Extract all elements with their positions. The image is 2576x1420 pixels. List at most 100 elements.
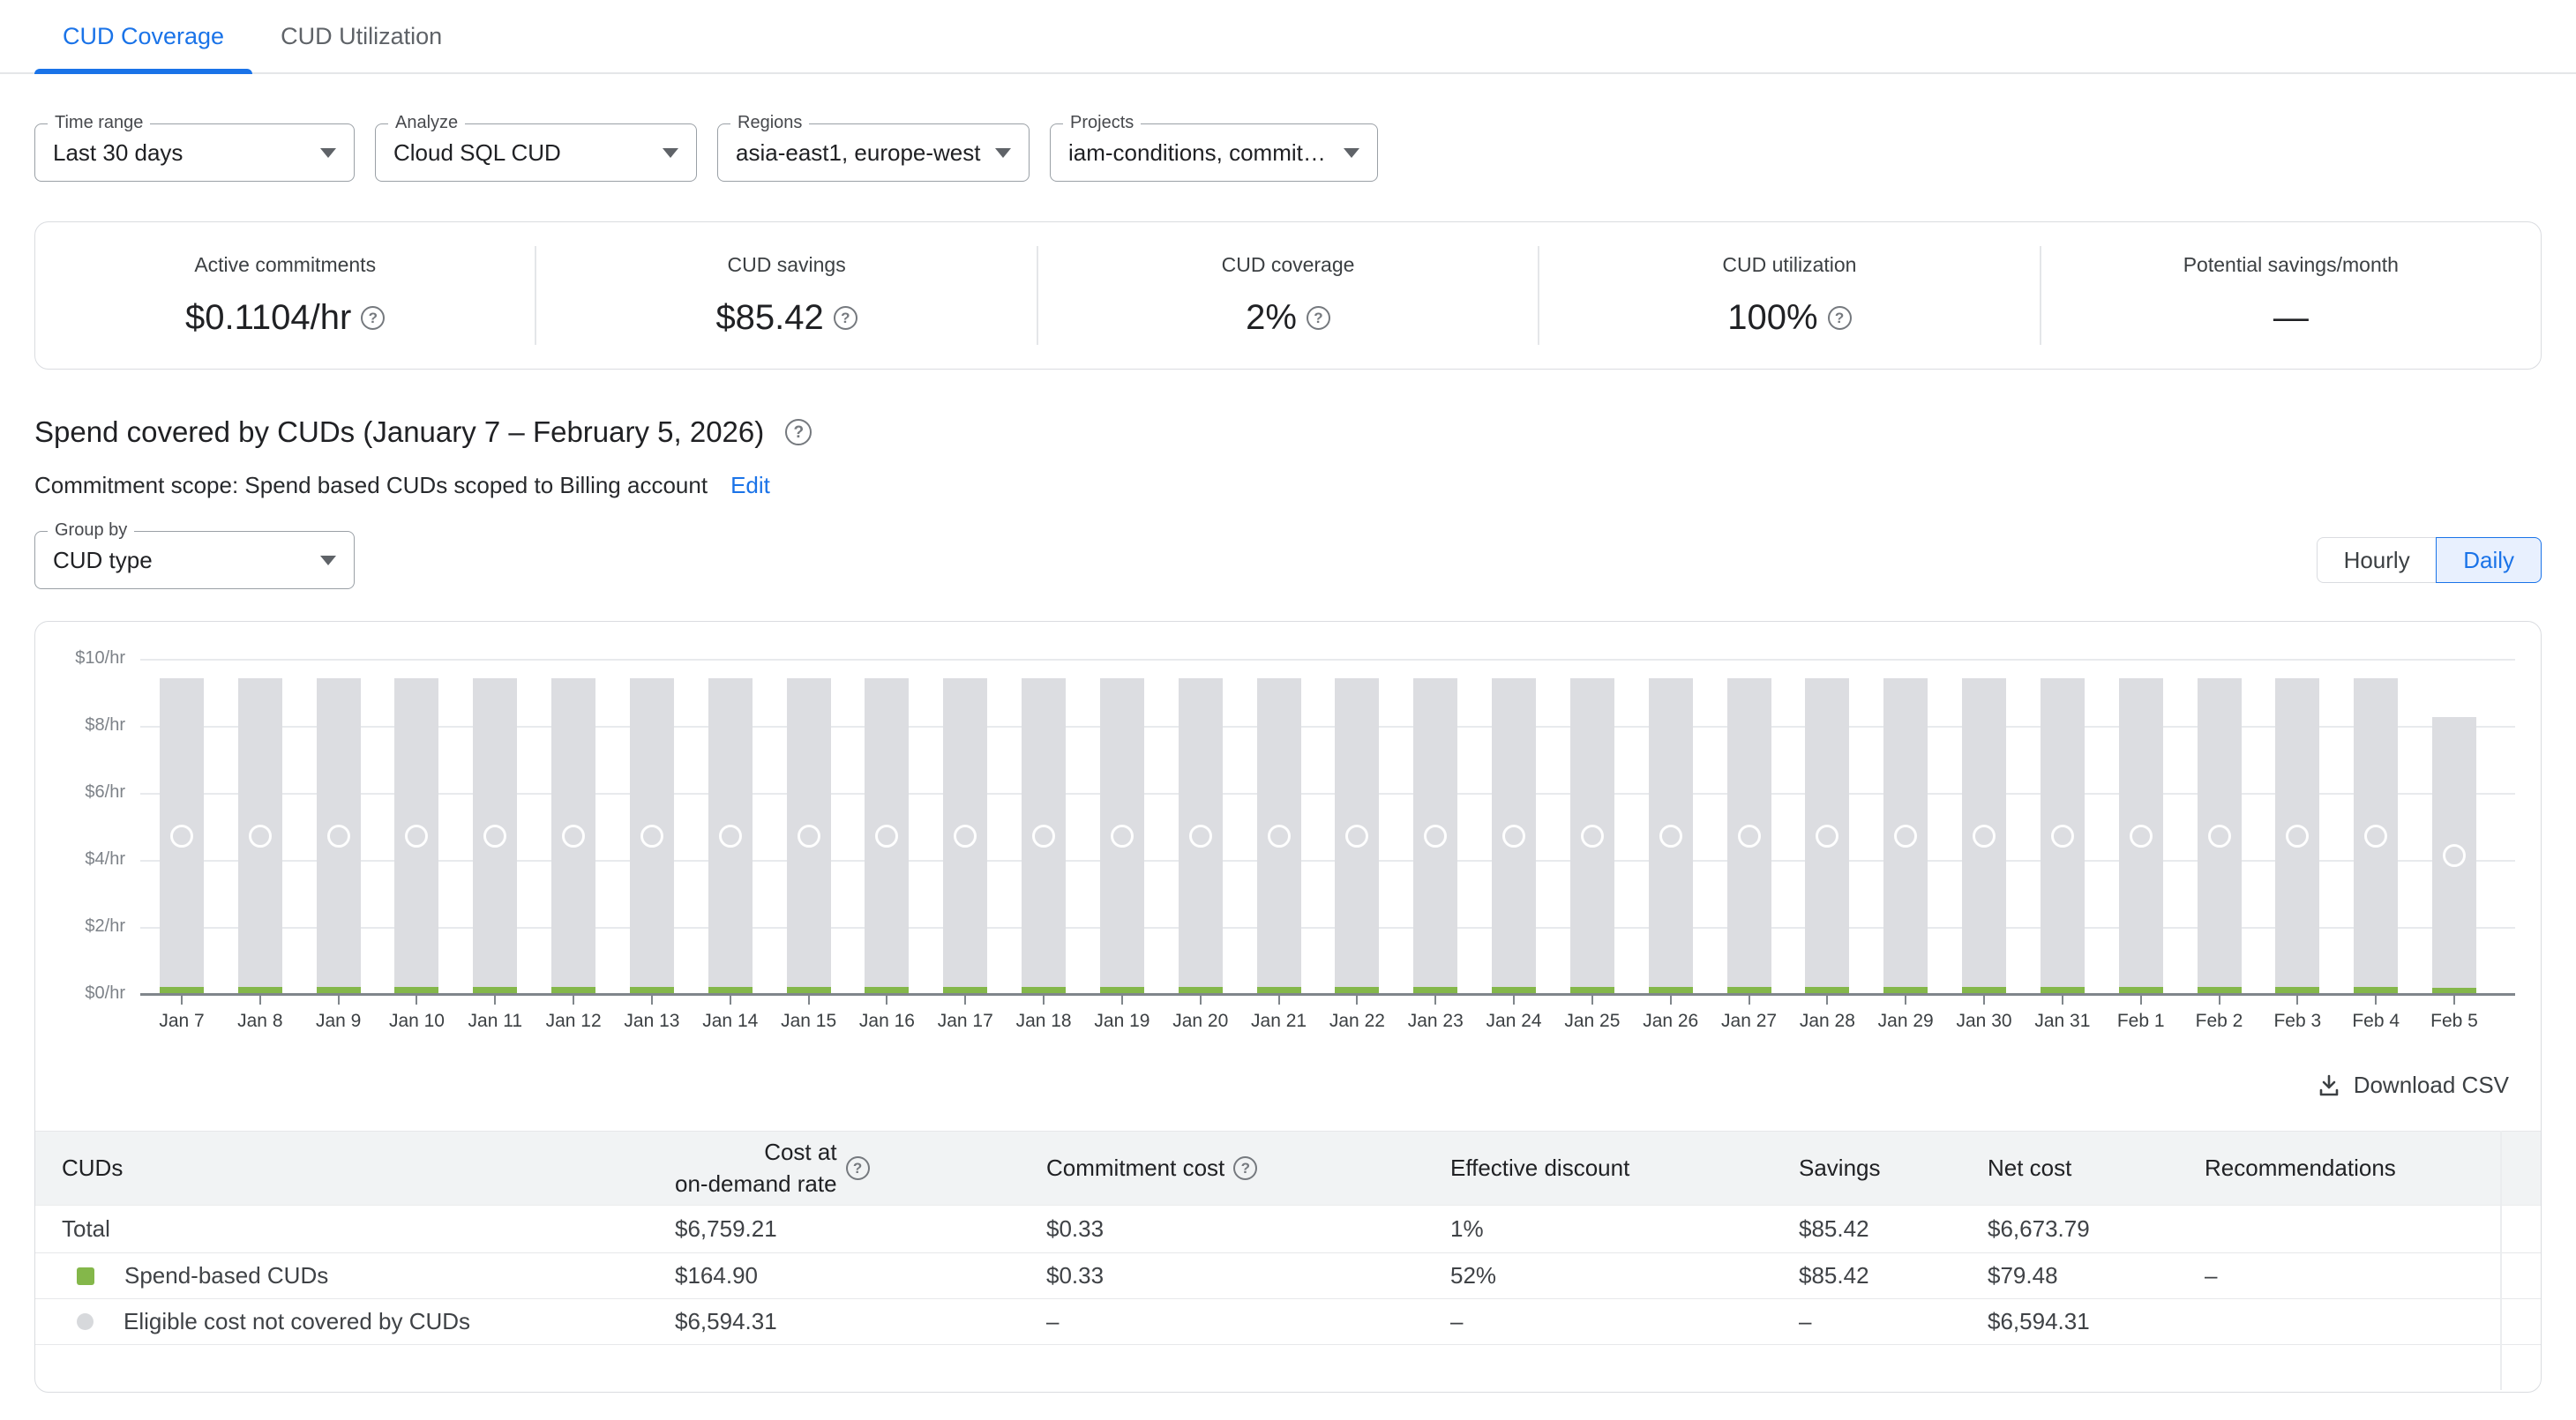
bar-segment-uncovered <box>1883 678 1928 987</box>
legend-swatch-green-icon <box>77 1267 94 1285</box>
gridline <box>140 659 2515 661</box>
help-icon[interactable]: ? <box>1828 306 1852 330</box>
chart-bar[interactable] <box>2119 678 2163 995</box>
regions-select[interactable]: Regions asia-east1, europe-west… <box>717 123 1030 182</box>
x-axis-tick <box>1591 995 1593 1005</box>
chart-bar[interactable] <box>865 678 909 995</box>
chart-bar[interactable] <box>238 678 282 995</box>
chart-bar[interactable] <box>160 678 204 995</box>
x-axis-tick <box>181 995 183 1005</box>
download-icon <box>2316 1072 2342 1099</box>
bar-segment-uncovered <box>1492 678 1536 987</box>
x-axis-tick <box>2219 995 2220 1005</box>
chart-bar[interactable] <box>1100 678 1144 995</box>
bar-segment-uncovered <box>865 678 909 987</box>
chart-bar[interactable] <box>551 678 595 995</box>
stat-label: CUD utilization <box>1539 253 2039 277</box>
chart-bar[interactable] <box>317 678 361 995</box>
help-icon[interactable]: ? <box>361 306 385 330</box>
column-header-effective-discount: Effective discount <box>1450 1155 1799 1182</box>
table-cell-savings: $85.42 <box>1799 1262 1988 1289</box>
x-axis-tick <box>494 995 496 1005</box>
chart-bar[interactable] <box>708 678 753 995</box>
table-cell-cuds: Eligible cost not covered by CUDs <box>35 1308 675 1335</box>
column-header-cuds: CUDs <box>35 1155 675 1182</box>
chart-bar[interactable] <box>943 678 987 995</box>
bar-segment-uncovered <box>238 678 282 987</box>
table-cell-savings: $85.42 <box>1799 1215 1988 1243</box>
table-row: Total$6,759.21$0.331%$85.42$6,673.79 <box>35 1205 2541 1253</box>
chart-bar[interactable] <box>2041 678 2085 995</box>
hourly-button[interactable]: Hourly <box>2317 537 2437 583</box>
projects-select[interactable]: Projects iam-conditions, commit… <box>1050 123 1378 182</box>
bar-segment-uncovered <box>1727 678 1771 987</box>
chart-bar[interactable] <box>1492 678 1536 995</box>
y-axis-tick-label: $10/hr <box>37 648 125 669</box>
y-axis-tick-label: $6/hr <box>37 782 125 803</box>
x-axis-tick <box>2453 995 2455 1005</box>
analyze-value: Cloud SQL CUD <box>393 139 561 167</box>
chart-bar[interactable] <box>2354 678 2398 995</box>
column-header-savings: Savings <box>1799 1155 1988 1182</box>
chart-bar[interactable] <box>787 678 831 995</box>
daily-button[interactable]: Daily <box>2436 537 2542 583</box>
download-csv-button[interactable]: Download CSV <box>2316 1072 2509 1099</box>
bar-segment-uncovered <box>2119 678 2163 987</box>
chart-bar[interactable] <box>1883 678 1928 995</box>
table-cell-recommendation: – <box>2205 1262 2541 1289</box>
x-axis-tick <box>2296 995 2298 1005</box>
time-range-select[interactable]: Time range Last 30 days <box>34 123 355 182</box>
table-cell-cuds: Total <box>35 1215 675 1243</box>
chart-bar[interactable] <box>1022 678 1066 995</box>
x-axis-tick <box>1434 995 1436 1005</box>
chart-bar[interactable] <box>2432 717 2476 995</box>
chart-plot: Jan 7Jan 8Jan 9Jan 10Jan 11Jan 12Jan 13J… <box>140 660 2515 995</box>
tab-cud-coverage[interactable]: CUD Coverage <box>34 0 252 72</box>
edit-scope-link[interactable]: Edit <box>730 472 770 499</box>
x-axis-tick-label: Feb 5 <box>2401 1011 2507 1032</box>
time-range-label: Time range <box>48 113 150 133</box>
column-header-commitment-cost: Commitment cost ? <box>1046 1155 1450 1182</box>
x-axis-tick <box>1670 995 1672 1005</box>
chart-bar[interactable] <box>2198 678 2242 995</box>
bar-segment-uncovered <box>1257 678 1301 987</box>
help-icon[interactable]: ? <box>785 419 812 445</box>
chart-card: $0/hr$2/hr$4/hr$6/hr$8/hr$10/hr Jan 7Jan… <box>34 621 2542 1393</box>
granularity-toggle: Hourly Daily <box>2317 537 2542 583</box>
help-icon[interactable]: ? <box>846 1156 870 1180</box>
chart-bar[interactable] <box>1727 678 1771 995</box>
x-axis-tick <box>416 995 417 1005</box>
chart-bar[interactable] <box>394 678 438 995</box>
analyze-select[interactable]: Analyze Cloud SQL CUD <box>375 123 697 182</box>
tab-cud-utilization[interactable]: CUD Utilization <box>252 0 470 72</box>
chart-bar[interactable] <box>1962 678 2006 995</box>
table-cell-commitment: $0.33 <box>1046 1215 1450 1243</box>
chevron-down-icon <box>995 148 1011 158</box>
bar-segment-uncovered <box>2354 678 2398 987</box>
help-icon[interactable]: ? <box>1307 306 1330 330</box>
stat-cud-coverage: CUD coverage 2% ? <box>1038 253 1538 338</box>
table-cell-net: $6,594.31 <box>1988 1308 2205 1335</box>
chart-bar[interactable] <box>473 678 517 995</box>
help-icon[interactable]: ? <box>1233 1156 1257 1180</box>
chart-bar[interactable] <box>1257 678 1301 995</box>
download-csv-label: Download CSV <box>2354 1072 2509 1099</box>
chart-bar[interactable] <box>1570 678 1614 995</box>
help-icon[interactable]: ? <box>834 306 857 330</box>
chart-bar[interactable] <box>1179 678 1223 995</box>
table-scroll-divider <box>2500 1131 2502 1390</box>
chart-bar[interactable] <box>1335 678 1379 995</box>
chart-bar[interactable] <box>630 678 674 995</box>
commitment-scope-text: Commitment scope: Spend based CUDs scope… <box>34 472 708 499</box>
chart-bar[interactable] <box>1649 678 1693 995</box>
chart-bar[interactable] <box>2275 678 2319 995</box>
bar-segment-uncovered <box>708 678 753 987</box>
x-axis-tick <box>651 995 653 1005</box>
group-by-select[interactable]: Group by CUD type <box>34 531 355 589</box>
chart-bar[interactable] <box>1805 678 1849 995</box>
x-axis-tick <box>1121 995 1123 1005</box>
column-header-recommendations: Recommendations <box>2205 1155 2541 1182</box>
chart-bar[interactable] <box>1413 678 1457 995</box>
row-label: Eligible cost not covered by CUDs <box>124 1308 470 1335</box>
filter-row: Time range Last 30 days Analyze Cloud SQ… <box>34 123 2542 182</box>
